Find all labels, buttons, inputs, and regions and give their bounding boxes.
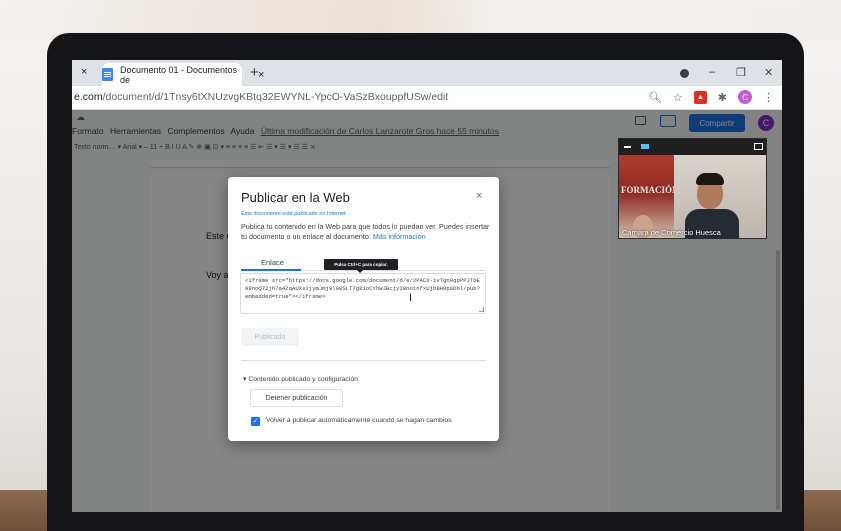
copy-tooltip: Pulsa Ctrl+C para copiar. <box>324 259 398 273</box>
minimize-button[interactable]: – <box>709 66 715 78</box>
close-window-button[interactable]: ✕ <box>764 66 773 79</box>
url-text[interactable]: e.com/document/d/1Tnsy6tXNUzvgKBtq32EWYN… <box>74 91 448 103</box>
presenter-hair <box>696 173 724 185</box>
text-cursor-icon: I <box>409 292 413 304</box>
dialog-description: Publica tu contenido en la Web para que … <box>241 222 491 242</box>
auto-republish-label: Volver a publicar automáticamente cuando… <box>266 417 452 424</box>
dialog-title: Publicar en la Web <box>241 190 350 205</box>
zoom-icon[interactable]: 🔍︎ <box>648 91 662 104</box>
auto-republish-checkbox[interactable]: ✓ <box>251 417 260 426</box>
participant-name: Cámara de Comercio Huesca <box>622 228 721 237</box>
laptop-screen: × Documento 01 - Documentos de × + – ❐ ✕… <box>72 60 782 512</box>
description-text: Publica tu contenido en la Web para que … <box>241 222 490 241</box>
more-info-link[interactable]: Más información <box>373 232 426 241</box>
published-button[interactable]: Publicado <box>241 328 299 346</box>
google-docs-icon <box>102 68 113 81</box>
tab-link[interactable]: Enlace <box>261 258 284 267</box>
textarea-resize-handle[interactable] <box>479 307 484 312</box>
browser-menu-icon[interactable]: ⋮ <box>763 91 774 104</box>
address-bar-icons: 🔍︎ ☆ ▲ ✱ C ⋮ <box>648 90 774 104</box>
tab-document[interactable]: Documento 01 - Documentos de × <box>102 63 264 86</box>
maximize-button[interactable]: ❐ <box>736 66 746 79</box>
new-tab-button[interactable]: + <box>250 64 259 81</box>
tab-active-indicator <box>241 269 301 271</box>
pdf-extension-icon[interactable]: ▲ <box>693 90 707 104</box>
url-domain: e.com <box>74 91 103 103</box>
embed-code-textarea[interactable]: <iframe src="https://docs.google.com/doc… <box>240 273 486 314</box>
star-bookmark-icon[interactable]: ☆ <box>673 91 683 104</box>
published-config-toggle[interactable]: ▾ Contenido publicado y configuración <box>243 375 358 383</box>
video-status-icon <box>641 144 649 149</box>
config-toggle-label: Contenido publicado y configuración <box>248 376 358 383</box>
video-header <box>619 139 766 155</box>
browser-tab-bar: × Documento 01 - Documentos de × + – ❐ ✕ <box>72 60 782 86</box>
video-call-window: FORMACIÓN Cámara de Comercio Huesca <box>618 138 767 239</box>
dialog-close-icon[interactable]: × <box>476 190 482 202</box>
extensions-puzzle-icon[interactable]: ✱ <box>718 91 727 104</box>
expand-video-icon[interactable] <box>754 143 763 150</box>
dialog-divider <box>241 360 486 361</box>
publish-to-web-dialog: Publicar en la Web × Este documento está… <box>228 177 499 441</box>
formacion-banner: FORMACIÓN <box>619 155 679 238</box>
banner-text: FORMACIÓN <box>621 185 679 195</box>
minimize-video-icon[interactable] <box>624 146 631 148</box>
profile-avatar[interactable]: C <box>738 90 752 104</box>
record-indicator-icon <box>680 69 689 78</box>
url-path: /document/d/1Tnsy6tXNUzvgKBtq32EWYNL-Ypc… <box>102 91 449 103</box>
stop-publishing-button[interactable]: Detener publicación <box>250 389 343 407</box>
close-previous-tab-icon[interactable]: × <box>81 66 87 78</box>
address-bar[interactable]: e.com/document/d/1Tnsy6tXNUzvgKBtq32EWYN… <box>72 86 782 110</box>
tab-title: Documento 01 - Documentos de <box>120 64 238 85</box>
published-note: Este documento está publicado en Interne… <box>241 211 348 217</box>
